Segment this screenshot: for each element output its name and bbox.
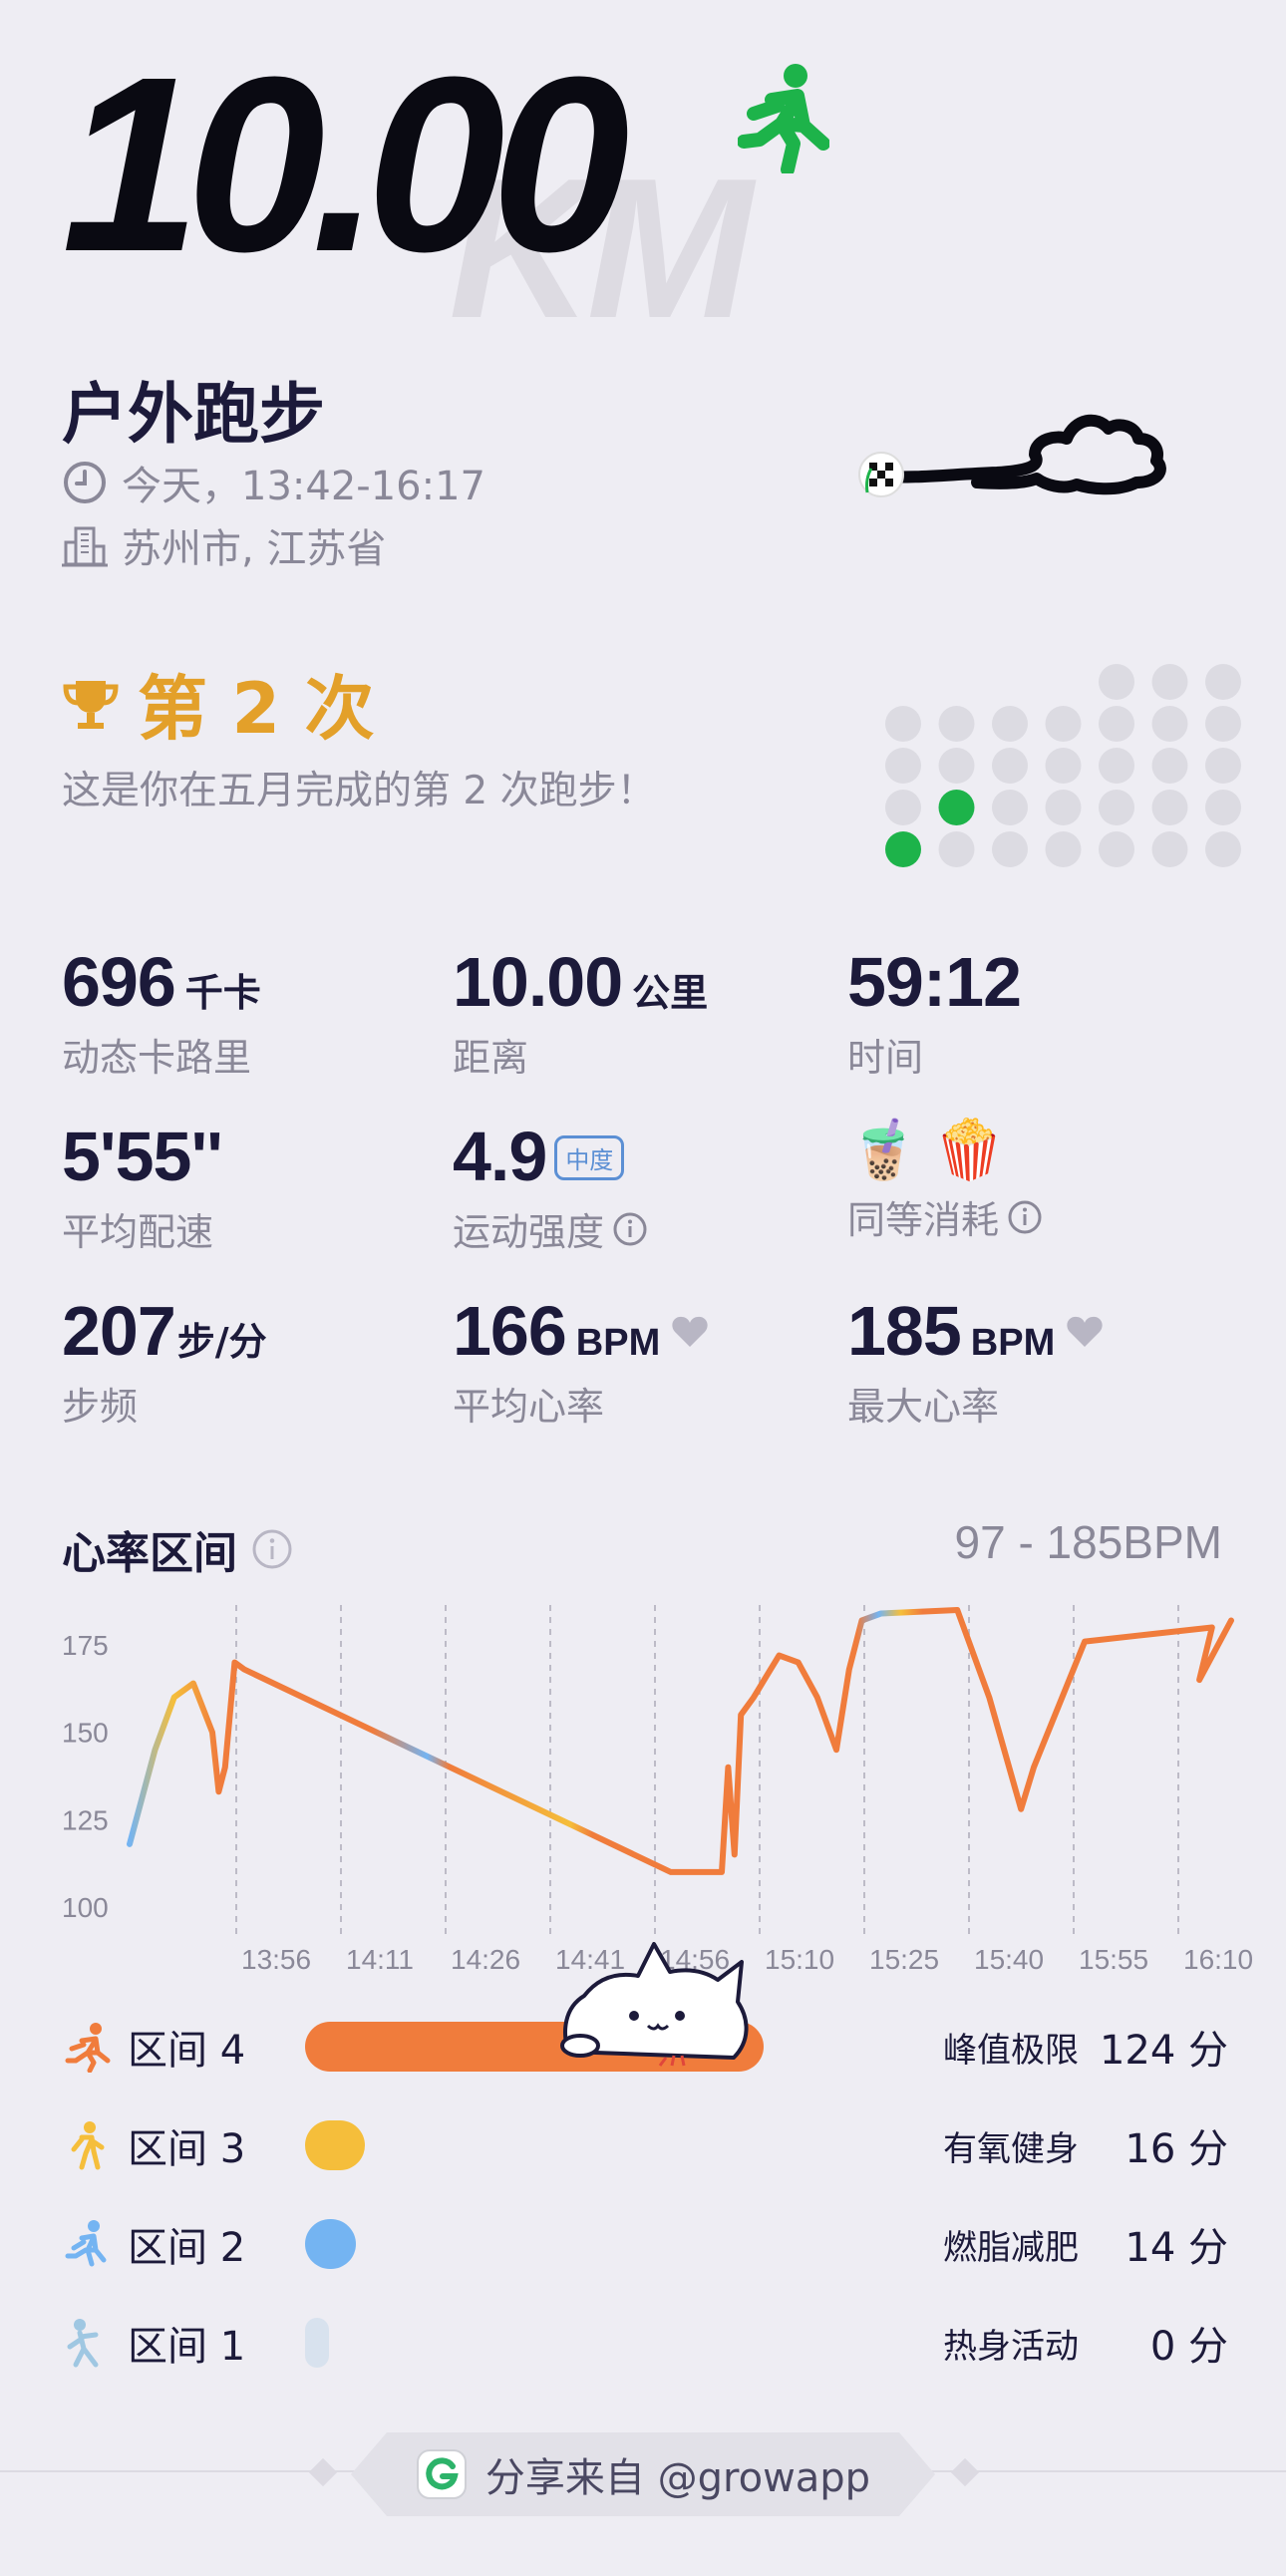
hr-range: 97 - 185BPM — [954, 1516, 1222, 1568]
share-from-text: 分享来自 @growapp — [484, 2455, 871, 2501]
achievement-description: 这是你在五月完成的第 2 次跑步！ — [62, 769, 656, 813]
calendar-dot — [938, 790, 975, 825]
calendar-dot — [1151, 706, 1188, 742]
calendar-dot — [1099, 706, 1134, 742]
calendar-dot — [992, 831, 1028, 867]
trophy-icon — [63, 680, 119, 729]
location-row: 苏州市, 江苏省 — [62, 516, 386, 574]
zone-row-2: 区间 2 燃脂减肥 14 分 — [62, 2209, 1228, 2279]
cat-sticker-icon — [560, 1942, 749, 2067]
x-tick-label: 15:55 — [1079, 1944, 1148, 1975]
calendar-dot — [938, 706, 975, 742]
calendar-dot — [1099, 831, 1134, 867]
achievement-count: 第 2 次 — [138, 668, 375, 750]
stat-calories: 696 千卡 动态卡路里 — [62, 943, 261, 1080]
calendar-dot — [1045, 790, 1082, 825]
share-footer[interactable]: 分享来自 @growapp — [351, 2432, 935, 2516]
calendar-dot — [1045, 748, 1082, 784]
stat-distance: 10.00 公里 距离 — [453, 943, 709, 1080]
x-tick-label: 14:11 — [346, 1944, 414, 1975]
hr-zone-title: 心率区间 — [62, 1517, 293, 1581]
month-calendar-dots — [885, 664, 1241, 867]
stat-pace: 5'55'' 平均配速 — [62, 1118, 223, 1254]
calendar-dot — [1099, 790, 1134, 825]
stat-equivalent: 🧋 🍿 同等消耗 — [847, 1122, 1043, 1244]
info-icon[interactable] — [251, 1528, 293, 1570]
y-tick-label: 150 — [62, 1718, 109, 1749]
calendar-dot — [938, 831, 975, 867]
food-emoji-icons: 🧋 🍿 — [847, 1118, 1006, 1182]
zone2-runner-icon — [65, 2220, 107, 2267]
heart-icon — [672, 1316, 708, 1347]
zone-row-1: 区间 1 热身活动 0 分 — [62, 2308, 1228, 2378]
stat-duration: 59:12 时间 — [847, 943, 1022, 1080]
zone1-bar — [305, 2318, 329, 2368]
zone-row-3: 区间 3 有氧健身 16 分 — [62, 2110, 1228, 2180]
calendar-dot — [938, 748, 975, 784]
stat-intensity: 4.9 中度 运动强度 — [453, 1122, 648, 1256]
heart-rate-line — [127, 1607, 1234, 1875]
stat-max-heart-rate: 185 BPM 最大心率 — [847, 1296, 1104, 1431]
heart-rate-chart[interactable]: 175150125100 13:56 14:11 14:26 14:41 14:56 15… — [40, 1595, 1266, 1984]
info-icon[interactable] — [612, 1211, 648, 1247]
heart-icon — [1067, 1316, 1103, 1347]
route-map[interactable] — [857, 409, 1196, 538]
zone2-bar — [305, 2219, 356, 2269]
calendar-dot — [1045, 706, 1082, 742]
calendar-dot — [885, 748, 921, 784]
calendar-dot — [1205, 790, 1241, 825]
x-tick-label: 15:10 — [765, 1944, 834, 1975]
calendar-dot — [992, 790, 1028, 825]
calendar-dot — [1205, 706, 1241, 742]
activity-location: 苏州市, 江苏省 — [122, 526, 387, 572]
calendar-dot — [1205, 831, 1241, 867]
intensity-badge: 中度 — [554, 1135, 625, 1180]
calendar-dot — [992, 748, 1028, 784]
info-icon[interactable] — [1007, 1199, 1043, 1235]
distance-value: 10.00 — [62, 25, 630, 303]
x-tick-label: 16:10 — [1183, 1944, 1253, 1975]
time-row: 今天，13:42-16:17 — [62, 454, 485, 511]
calendar-dot — [885, 831, 921, 867]
calendar-dot — [885, 706, 921, 742]
activity-time: 今天，13:42-16:17 — [122, 464, 485, 509]
running-icon — [738, 64, 829, 173]
x-tick-label: 15:25 — [869, 1944, 939, 1975]
calendar-dot — [1151, 748, 1188, 784]
x-tick-label: 14:26 — [451, 1944, 520, 1975]
calendar-dot — [1151, 664, 1188, 700]
footer-diamond-right — [950, 2457, 980, 2487]
footer-diamond-left — [308, 2457, 338, 2487]
zone3-runner-icon — [71, 2121, 105, 2170]
calendar-dot — [1205, 748, 1241, 784]
clock-icon — [64, 462, 106, 503]
calendar-dot — [992, 706, 1028, 742]
y-tick-label: 100 — [62, 1892, 109, 1923]
x-tick-label: 13:56 — [241, 1944, 311, 1975]
x-tick-label: 15:40 — [974, 1944, 1044, 1975]
calendar-dot — [1045, 831, 1082, 867]
calendar-dot — [1099, 748, 1134, 784]
zone3-bar — [305, 2120, 365, 2170]
activity-title: 户外跑步 — [62, 376, 325, 453]
zone1-stretch-icon — [67, 2319, 99, 2368]
grow-app-logo-icon — [416, 2449, 467, 2499]
calendar-dot — [1151, 790, 1188, 825]
calendar-dot — [1099, 664, 1134, 700]
y-tick-label: 175 — [62, 1630, 109, 1661]
stat-cadence: 207步/分 步频 — [62, 1292, 267, 1429]
calendar-dot — [1205, 664, 1241, 700]
achievement-title: 第 2 次 — [62, 653, 374, 754]
stat-avg-heart-rate: 166 BPM 平均心率 — [453, 1296, 709, 1431]
calendar-dot — [1151, 831, 1188, 867]
zone4-runner-icon — [65, 2023, 111, 2073]
building-icon — [62, 526, 108, 567]
y-tick-label: 125 — [62, 1804, 109, 1835]
calendar-dot — [885, 790, 921, 825]
